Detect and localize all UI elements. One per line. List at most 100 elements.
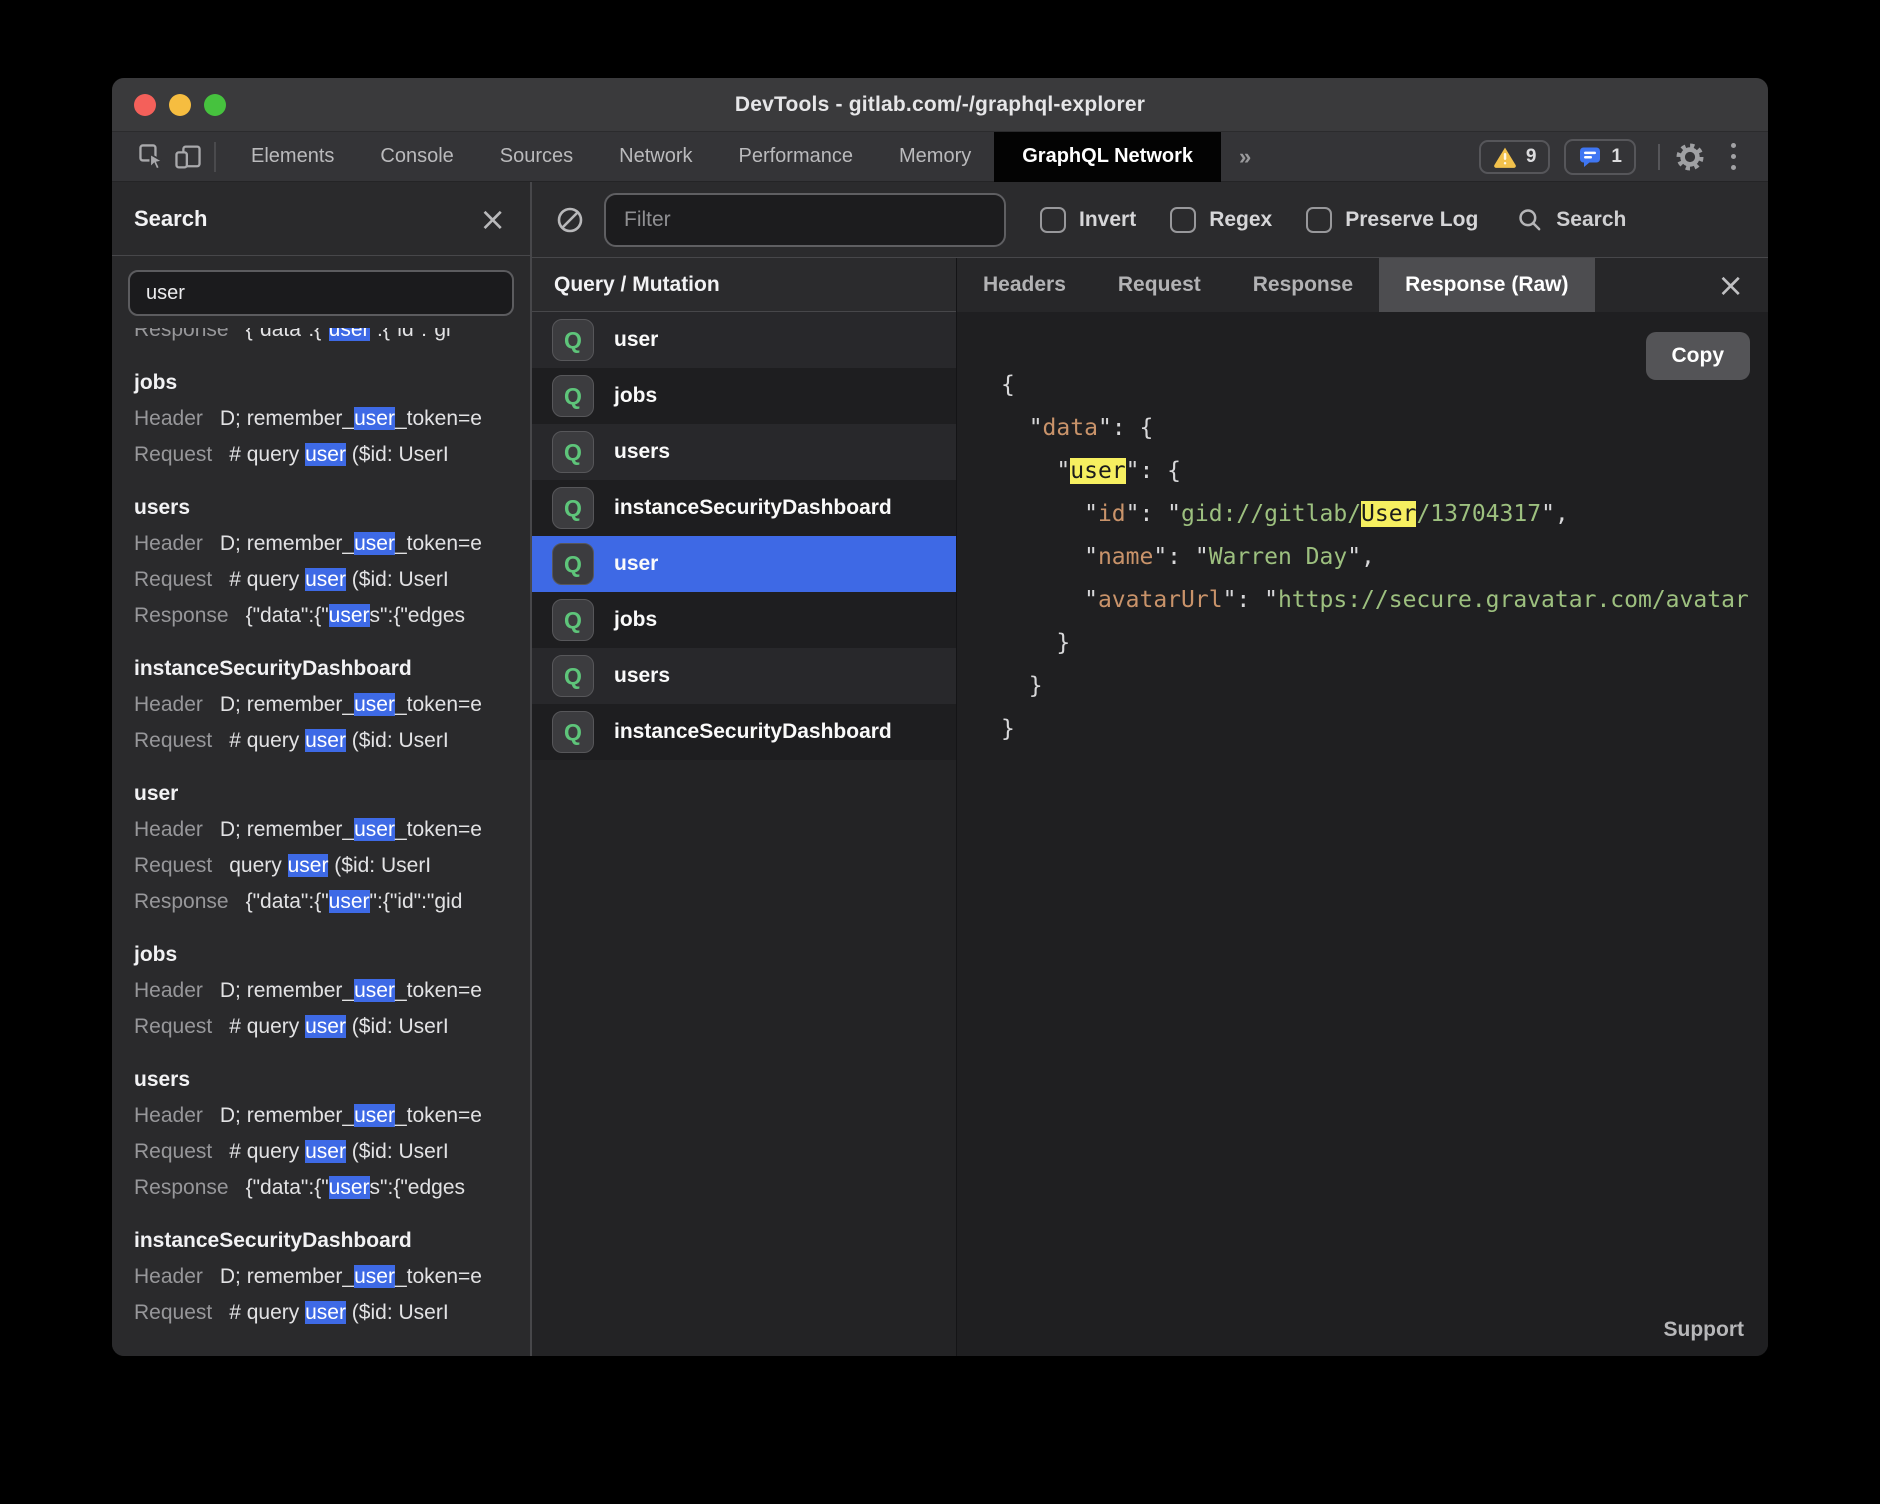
query-type-badge: Q bbox=[552, 431, 594, 473]
zoom-button[interactable] bbox=[204, 94, 226, 116]
result-line-label: Header bbox=[134, 818, 203, 841]
devtools-content: Search × Response{"data":{"user":{"id":"… bbox=[112, 182, 1768, 1356]
search-result-line[interactable]: HeaderD; remember_user_token=e bbox=[134, 973, 530, 1009]
query-list-item-selected[interactable]: Quser bbox=[532, 536, 956, 592]
search-result-line[interactable]: Request# query user ($id: UserI bbox=[134, 562, 530, 598]
search-result-group-title: user bbox=[134, 776, 530, 812]
search-result-line[interactable]: HeaderD; remember_user_token=e bbox=[134, 687, 530, 723]
query-mutation-header: Query / Mutation bbox=[532, 258, 956, 312]
json-viewer: { "data": { "user": { "id": "gid://gitla… bbox=[957, 312, 1768, 751]
warning-triangle-icon bbox=[1493, 146, 1517, 168]
tab-headers[interactable]: Headers bbox=[957, 258, 1092, 312]
tab-console[interactable]: Console bbox=[357, 132, 476, 182]
query-list-item[interactable]: Quser bbox=[532, 312, 956, 368]
result-line-content: # query user ($id: UserI bbox=[229, 1140, 448, 1163]
close-search-icon[interactable]: × bbox=[479, 203, 506, 235]
clear-block-icon[interactable] bbox=[552, 202, 588, 238]
search-result-line[interactable]: Request# query user ($id: UserI bbox=[134, 1295, 530, 1331]
devtools-window: DevTools - gitlab.com/-/graphql-explorer… bbox=[112, 78, 1768, 1356]
more-tabs-button[interactable]: » bbox=[1221, 144, 1269, 170]
inspect-element-icon[interactable] bbox=[134, 139, 170, 175]
result-line-content: D; remember_user_token=e bbox=[220, 407, 482, 430]
filter-input[interactable] bbox=[604, 193, 1006, 247]
query-list-item[interactable]: Qjobs bbox=[532, 592, 956, 648]
tab-elements[interactable]: Elements bbox=[228, 132, 357, 182]
tab-sources[interactable]: Sources bbox=[477, 132, 596, 182]
checkbox-label: Regex bbox=[1209, 208, 1272, 232]
result-line-content: # query user ($id: UserI bbox=[229, 1301, 448, 1324]
search-button[interactable]: Search bbox=[1516, 206, 1626, 234]
filter-option-preserve-log: Preserve Log bbox=[1306, 207, 1478, 233]
more-options-kebab-icon[interactable] bbox=[1718, 139, 1748, 175]
search-result-line[interactable]: HeaderD; remember_user_token=e bbox=[134, 526, 530, 562]
tab-network[interactable]: Network bbox=[596, 132, 715, 182]
search-result-line[interactable]: HeaderD; remember_user_token=e bbox=[134, 812, 530, 848]
search-result-line[interactable]: Request# query user ($id: UserI bbox=[134, 723, 530, 759]
search-result-line[interactable]: Request# query user ($id: UserI bbox=[134, 1134, 530, 1170]
search-result-line[interactable]: Response{"data":{"users":{"edges bbox=[134, 1170, 530, 1206]
tab-memory[interactable]: Memory bbox=[876, 132, 994, 182]
toolbar-divider bbox=[214, 142, 216, 172]
search-result-line[interactable]: Response{"data":{"user":{"id":"gi bbox=[134, 328, 530, 348]
result-line-label: Header bbox=[134, 407, 203, 430]
close-response-icon[interactable]: × bbox=[1693, 258, 1768, 312]
warnings-badge[interactable]: 9 bbox=[1479, 140, 1551, 174]
result-line-label: Response bbox=[134, 328, 229, 341]
titlebar: DevTools - gitlab.com/-/graphql-explorer bbox=[112, 78, 1768, 132]
query-list-item[interactable]: Qusers bbox=[532, 648, 956, 704]
tab-request[interactable]: Request bbox=[1092, 258, 1227, 312]
json-line: } bbox=[1001, 708, 1768, 751]
network-filter-bar: Invert Regex Preserve Log Search bbox=[532, 182, 1768, 258]
support-link[interactable]: Support bbox=[1664, 1318, 1744, 1342]
query-list-item[interactable]: QinstanceSecurityDashboard bbox=[532, 704, 956, 760]
settings-gear-icon[interactable] bbox=[1672, 139, 1708, 175]
result-line-content: # query user ($id: UserI bbox=[229, 568, 448, 591]
json-line: "id": "gid://gitlab/User/13704317", bbox=[1001, 493, 1768, 536]
query-type-badge: Q bbox=[552, 543, 594, 585]
response-detail-column: HeadersRequestResponseResponse (Raw) × Co… bbox=[957, 258, 1768, 1356]
search-input[interactable] bbox=[128, 270, 514, 316]
checkbox-invert[interactable] bbox=[1040, 207, 1066, 233]
query-item-label: instanceSecurityDashboard bbox=[614, 496, 892, 520]
warnings-count: 9 bbox=[1526, 146, 1537, 168]
search-result-line[interactable]: Header D; remember_user_token=e bbox=[134, 401, 530, 437]
result-line-content: D; remember_user_token=e bbox=[220, 693, 482, 716]
search-result-line[interactable]: Response{"data":{"user":{"id":"gid bbox=[134, 884, 530, 920]
minimize-button[interactable] bbox=[169, 94, 191, 116]
search-result-line[interactable]: HeaderD; remember_user_token=e bbox=[134, 1098, 530, 1134]
search-result-line[interactable]: Request# query user ($id: UserI bbox=[134, 437, 530, 473]
query-item-label: instanceSecurityDashboard bbox=[614, 720, 892, 744]
search-result-line[interactable]: Request# query user ($id: UserI bbox=[134, 1009, 530, 1045]
tab-response-raw[interactable]: Response (Raw) bbox=[1379, 258, 1594, 312]
search-result-group-title: jobs bbox=[134, 365, 530, 401]
result-line-label: Header bbox=[134, 532, 203, 555]
traffic-lights bbox=[112, 94, 226, 116]
result-line-content: {"data":{"users":{"edges bbox=[246, 604, 465, 627]
filter-option-invert: Invert bbox=[1040, 207, 1136, 233]
messages-count: 1 bbox=[1611, 146, 1622, 168]
tab-response[interactable]: Response bbox=[1227, 258, 1379, 312]
search-result-line[interactable]: Response{"data":{"users":{"edges bbox=[134, 598, 530, 634]
checkbox-preserve-log[interactable] bbox=[1306, 207, 1332, 233]
checkbox-regex[interactable] bbox=[1170, 207, 1196, 233]
copy-button[interactable]: Copy bbox=[1646, 332, 1751, 380]
query-item-label: users bbox=[614, 440, 670, 464]
result-line-content: D; remember_user_token=e bbox=[220, 979, 482, 1002]
search-icon bbox=[1516, 206, 1544, 234]
close-button[interactable] bbox=[134, 94, 156, 116]
json-line: } bbox=[1001, 622, 1768, 665]
query-type-badge: Q bbox=[552, 655, 594, 697]
search-result-line[interactable]: HeaderD; remember_user_token=e bbox=[134, 1259, 530, 1295]
search-result-line[interactable]: Requestquery user ($id: UserI bbox=[134, 848, 530, 884]
tab-performance[interactable]: Performance bbox=[716, 132, 877, 182]
search-drawer: Search × Response{"data":{"user":{"id":"… bbox=[112, 182, 532, 1356]
query-list-item[interactable]: Qusers bbox=[532, 424, 956, 480]
query-list-item[interactable]: Qjobs bbox=[532, 368, 956, 424]
tab-graphql-network[interactable]: GraphQL Network bbox=[994, 132, 1221, 182]
device-toolbar-icon[interactable] bbox=[170, 139, 206, 175]
query-type-badge: Q bbox=[552, 599, 594, 641]
messages-badge[interactable]: 1 bbox=[1564, 139, 1636, 175]
query-type-badge: Q bbox=[552, 375, 594, 417]
query-list-item[interactable]: QinstanceSecurityDashboard bbox=[532, 480, 956, 536]
panel-columns: Query / Mutation QuserQjobsQusersQinstan… bbox=[532, 258, 1768, 1356]
